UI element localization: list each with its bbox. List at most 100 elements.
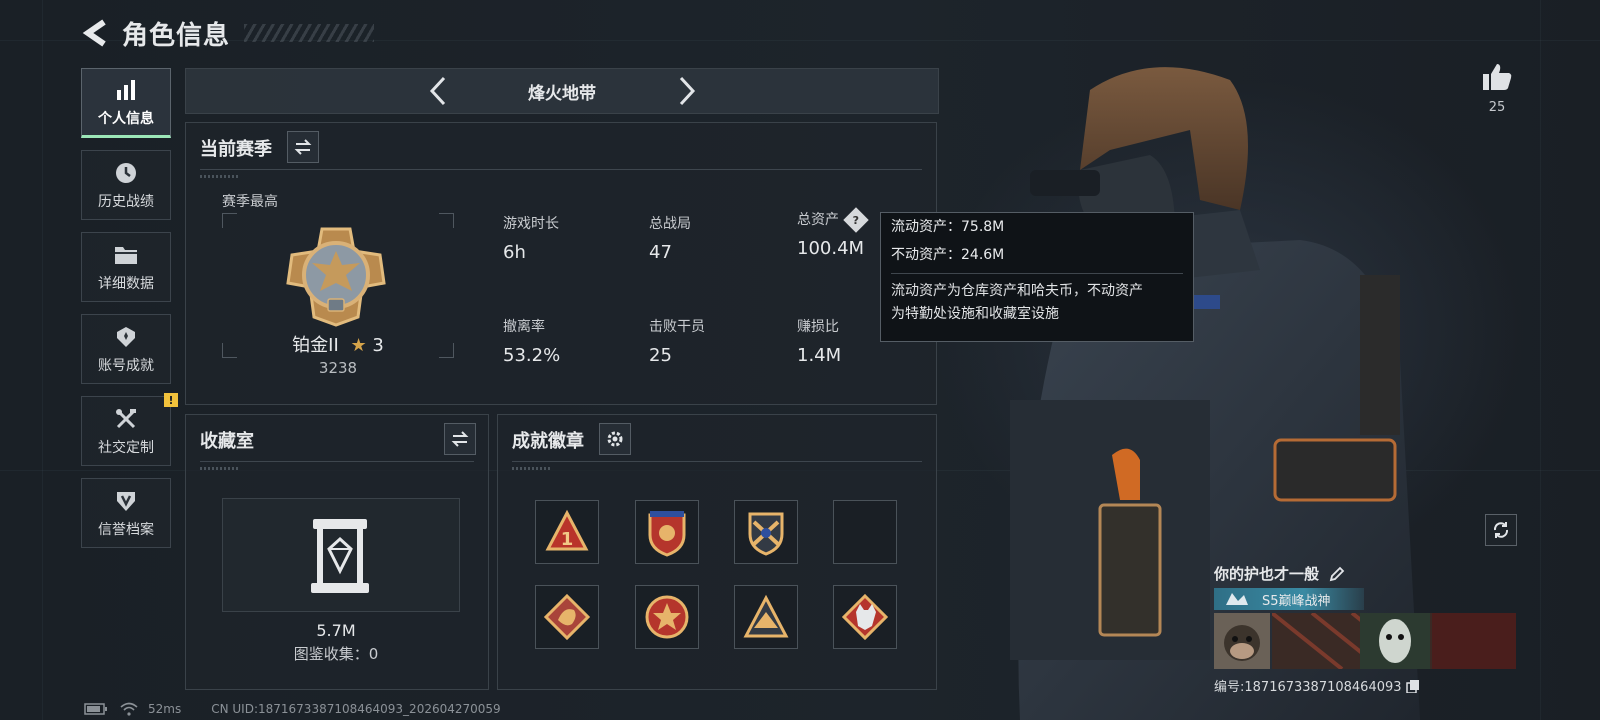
divider [891,273,1183,274]
tooltip-desc-line: 流动资产为仓库资产和哈夫币，不动资产 [891,283,1143,299]
collection-panel: 收藏室 5.7M 图鉴收集：0 [185,414,489,690]
mode-prev-button[interactable] [422,75,454,107]
header-decoration [244,24,375,42]
mode-next-button[interactable] [671,75,703,107]
stat-value: 6h [503,242,526,263]
rank-name: 铂金II ★ 3 [222,331,454,357]
svg-text:1: 1 [561,529,574,550]
sidebar-item-reputation[interactable]: 信誉档案 [81,478,171,548]
sidebar-item-history[interactable]: 历史战绩 [81,150,171,220]
badge-wolf-icon [842,594,888,640]
rotate-model-button[interactable] [1485,514,1517,546]
stat-value: 25 [649,345,672,366]
like-count: 25 [1488,100,1506,115]
badge-shield-stars-icon [648,511,686,557]
badge-dragon-icon [544,594,590,640]
profile-banner[interactable] [1270,611,1516,671]
mode-selector: 烽火地带 [185,68,939,114]
bar-chart-icon [112,76,140,104]
player-name: 你的护也才一般 [1214,565,1320,583]
rank-stars: 3 [372,335,384,356]
player-title: S5巅峰战神 [1262,593,1331,609]
sidebar-item-social[interactable]: ! 社交定制 [81,393,178,466]
clock-icon [112,159,140,187]
stat-label: 击败干员 [649,319,705,335]
season-panel: 当前赛季 赛季最高 铂金II ★ 3 3238 游戏时长 6h 总战局 47 总… [185,122,937,405]
badges-panel: 成就徽章 1 [497,414,937,690]
page-title: 角色信息 [122,20,231,51]
player-uid-copy[interactable]: 编号:1871673387108464093 [1214,676,1420,695]
collection-value: 5.7M [316,621,356,640]
rank-tier: 铂金II [292,335,339,356]
badge-slot[interactable] [734,500,798,564]
divider [200,169,922,170]
divider [200,461,474,462]
swap-icon [294,139,312,155]
rank-medal-icon [286,227,386,327]
badge-crossed-guns-icon [748,512,784,556]
stat-label: 撤离率 [503,319,545,335]
badge-slot[interactable] [833,585,897,649]
sidebar-item-label: 历史战绩 [98,194,154,210]
badge-slot-empty[interactable] [833,500,897,564]
header: 角色信息 [80,14,375,52]
help-icon[interactable]: ? [843,207,869,233]
badge-slot[interactable] [734,585,798,649]
stat-profit-ratio: 赚损比 1.4M [797,316,841,366]
back-arrow-icon [82,19,106,47]
badge-slot[interactable] [535,585,599,649]
like-button[interactable]: 25 [1472,62,1522,115]
stat-kills: 击败干员 25 [649,316,705,366]
tooltip-fixed-assets: 不动资产：24.6M [891,247,1005,263]
badges-panel-title: 成就徽章 [512,431,584,452]
sidebar-item-label: 详细数据 [98,276,154,292]
collection-display-case[interactable] [222,498,460,612]
sidebar-item-personal-info[interactable]: 个人信息 [81,68,171,138]
player-uid: 编号:1871673387108464093 [1214,680,1402,695]
avatar[interactable] [1214,613,1270,669]
season-panel-title: 当前赛季 [200,139,272,160]
sidebar-item-label: 账号成就 [98,358,154,374]
wifi-icon [120,702,138,716]
sidebar-item-achievements[interactable]: 账号成就 [81,314,171,384]
display-case-icon [311,519,369,593]
stat-total-matches: 总战局 47 [649,213,691,263]
badge-eagle-triangle-icon [743,594,789,638]
sidebar-item-label: 个人信息 [98,111,154,127]
stat-value: 100.4M [797,238,865,259]
season-best-label: 赛季最高 [222,194,278,210]
tooltip-description: 流动资产为仓库资产和哈夫币，不动资产 为特勤处设施和收藏室设施 [891,280,1183,326]
badges-settings-button[interactable] [599,423,631,455]
gear-icon [607,431,623,447]
collection-switch-button[interactable] [444,423,476,455]
decoration-marks [512,467,552,470]
badge-slot[interactable] [635,585,699,649]
assets-tooltip: 流动资产：75.8M 不动资产：24.6M 流动资产为仓库资产和哈夫币，不动资产… [880,212,1194,342]
player-name-row: 你的护也才一般 [1214,563,1345,584]
back-button[interactable] [80,18,110,48]
badge-slot[interactable]: 1 [535,500,599,564]
chevron-right-icon [679,76,696,106]
stat-value: 47 [649,242,672,263]
player-title-badge[interactable]: S5巅峰战神 [1214,588,1364,610]
stat-label: 总战局 [649,216,691,232]
stat-label: 游戏时长 [503,216,559,232]
divider [512,461,922,462]
shield-icon [112,487,140,515]
stat-value: 1.4M [797,345,842,366]
collection-panel-title: 收藏室 [200,431,254,452]
decoration-marks [200,467,240,470]
swap-icon [451,431,469,447]
tools-icon [112,405,140,433]
season-switch-button[interactable] [287,131,319,163]
stat-label: 总资产 [797,212,839,228]
badge-number-one-icon: 1 [545,509,589,551]
badge-slot[interactable] [635,500,699,564]
mode-title: 烽火地带 [528,83,596,104]
edit-pencil-icon[interactable] [1329,566,1345,582]
sidebar-item-details[interactable]: 详细数据 [81,232,171,302]
stat-total-assets: 总资产? 100.4M [797,207,869,259]
chevron-left-icon [429,76,446,106]
folder-icon [112,241,140,269]
stat-playtime: 游戏时长 6h [503,213,559,263]
